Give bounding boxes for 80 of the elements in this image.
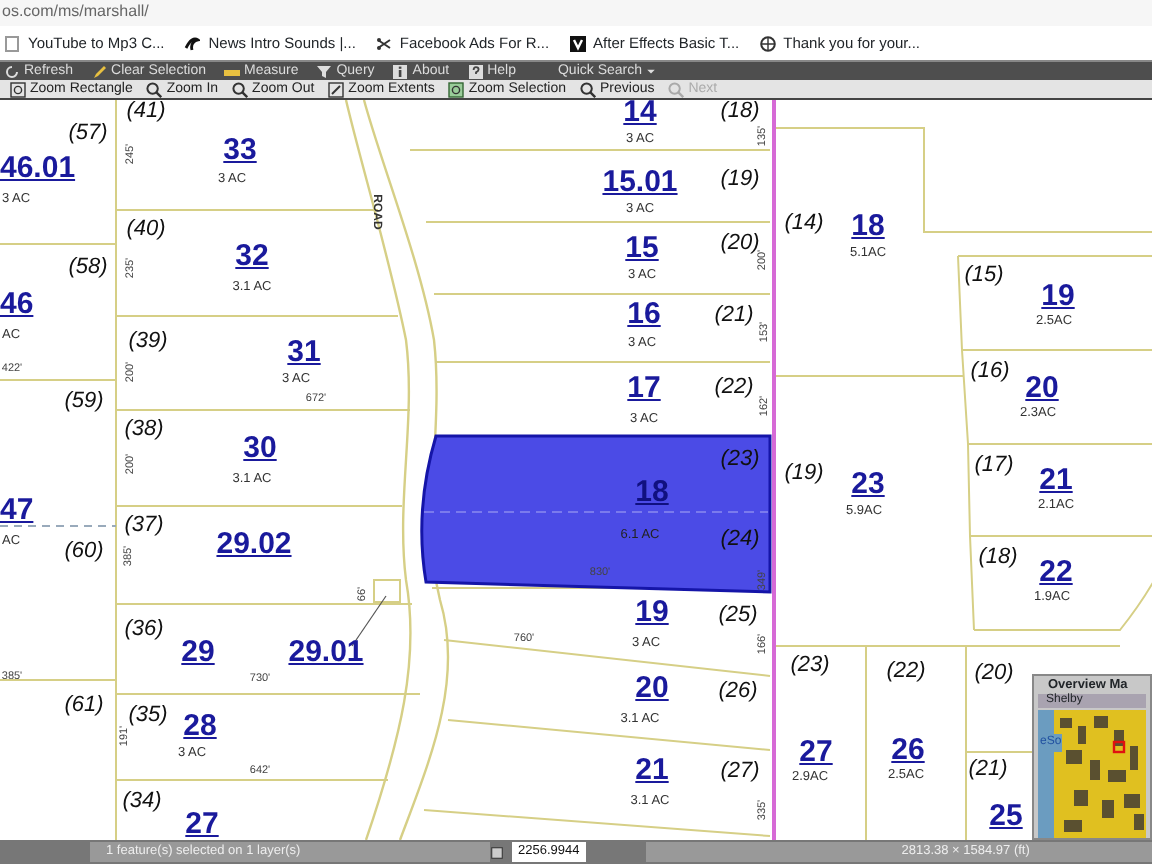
lot-number: (23) <box>720 449 760 471</box>
parcel-number-link[interactable]: 16 <box>627 299 661 329</box>
lot-number: (61) <box>64 695 104 717</box>
lot-number: (17) <box>974 455 1014 477</box>
parcel-number-link[interactable]: 29 <box>181 637 215 667</box>
lot-number: (38) <box>124 419 164 441</box>
zoom-in-icon <box>146 81 163 97</box>
parcel-number-link[interactable]: 46.01 <box>0 153 76 183</box>
parcel-number-link[interactable]: 20 <box>1025 373 1059 403</box>
next-icon <box>668 81 685 97</box>
lot-number: (23) <box>790 655 830 677</box>
lot-number: (39) <box>128 331 168 353</box>
selected-parcel-highlight[interactable] <box>420 434 772 594</box>
address-bar-url[interactable]: os.com/ms/marshall/ <box>0 0 1152 26</box>
lot-number: (34) <box>122 791 162 813</box>
zoom-selection-icon <box>448 81 465 97</box>
parcel-number-link[interactable]: 14 <box>623 100 657 127</box>
parcel-number-link[interactable]: 46 <box>0 289 34 319</box>
globe-icon <box>759 36 776 52</box>
lot-number: (37) <box>124 515 164 537</box>
lot-number: (60) <box>64 541 104 563</box>
lot-number: (16) <box>970 361 1010 383</box>
v-logo-icon <box>569 36 586 52</box>
lot-number: (59) <box>64 391 104 413</box>
lot-number: (35) <box>128 705 168 727</box>
parcel-number-link[interactable]: 21 <box>1039 465 1073 495</box>
swirl-icon <box>184 36 201 52</box>
lot-number: (14) <box>784 213 824 235</box>
parcel-number-link[interactable]: 20 <box>635 673 669 703</box>
parcel-number-link[interactable]: 47 <box>0 495 34 525</box>
lot-number: (21) <box>968 759 1008 781</box>
lot-number: (18) <box>978 547 1018 569</box>
scale-icon <box>490 845 504 859</box>
lot-number: (20) <box>974 663 1014 685</box>
expand-icon <box>328 81 345 97</box>
parcel-number-link[interactable]: 21 <box>635 755 669 785</box>
lot-number: (22) <box>714 377 754 399</box>
parcel-number-link[interactable]: 27 <box>799 737 833 767</box>
zoom-rectangle-icon <box>10 81 26 97</box>
lot-number: (18) <box>720 101 760 123</box>
lot-number: (19) <box>720 169 760 191</box>
lot-number: (41) <box>126 101 166 123</box>
lot-number: (15) <box>964 265 1004 287</box>
lot-number: (40) <box>126 219 166 241</box>
parcel-number-link[interactable]: 15 <box>625 233 659 263</box>
lot-number: (19) <box>784 463 824 485</box>
parcel-number-link[interactable]: 25 <box>989 801 1023 831</box>
parcel-number-link[interactable]: 23 <box>851 469 885 499</box>
lot-number: (21) <box>714 305 754 327</box>
lot-number: (58) <box>68 257 108 279</box>
parcel-number-link[interactable]: 26 <box>891 735 925 765</box>
lot-number: (20) <box>720 233 760 255</box>
lot-number: (27) <box>720 761 760 783</box>
parcel-number-link[interactable]: 29.02 <box>216 529 292 559</box>
parcel-map[interactable] <box>0 100 1152 840</box>
zoom-out-icon <box>232 81 249 97</box>
lot-number: (24) <box>720 529 760 551</box>
parcel-number-link[interactable]: 33 <box>223 135 257 165</box>
parcel-number-link[interactable]: 32 <box>235 241 269 271</box>
parcel-number-link[interactable]: 29.01 <box>288 637 364 667</box>
parcel-number-link[interactable]: 27 <box>185 809 219 839</box>
parcel-number-link[interactable]: 19 <box>1041 281 1075 311</box>
parcel-number-link[interactable]: 17 <box>627 373 661 403</box>
parcel-number-link[interactable]: 28 <box>183 711 217 741</box>
parcel-number-link[interactable]: 31 <box>287 337 321 367</box>
lot-number: (36) <box>124 619 164 641</box>
parcel-number-link[interactable]: 18 <box>851 211 885 241</box>
caret-icon <box>646 66 657 76</box>
parcel-number-link[interactable]: 19 <box>635 597 669 627</box>
parcel-number-link[interactable]: 30 <box>243 433 277 463</box>
previous-icon <box>580 81 596 97</box>
parcel-number-link[interactable]: 22 <box>1039 557 1073 587</box>
page-icon <box>4 36 20 52</box>
lot-number: (57) <box>68 123 108 145</box>
lot-number: (26) <box>718 681 758 703</box>
dashed-line <box>0 525 117 527</box>
lot-number: (22) <box>886 661 926 683</box>
lot-number: (25) <box>718 605 758 627</box>
scissors-icon <box>375 36 392 52</box>
parcel-number-link[interactable]: 15.01 <box>602 167 678 197</box>
